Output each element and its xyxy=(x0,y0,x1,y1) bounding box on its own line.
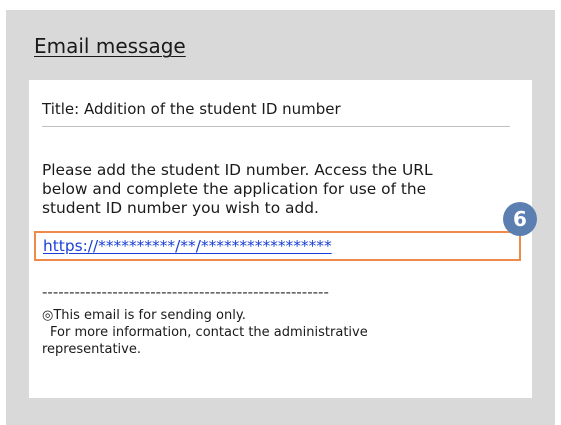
application-url-link[interactable]: https://**********/**/***************** xyxy=(43,237,332,256)
footer-line: representative. xyxy=(42,342,141,357)
step-number-badge: 6 xyxy=(503,202,537,236)
body-line: Please add the student ID number. Access… xyxy=(42,161,433,179)
email-body-text: Please add the student ID number. Access… xyxy=(42,161,520,218)
body-line: student ID number you wish to add. xyxy=(42,199,319,217)
footer-line: For more information, contact the admini… xyxy=(50,325,368,340)
email-subject: Title: Addition of the student ID number xyxy=(42,98,510,127)
email-message-panel: Email message Title: Addition of the stu… xyxy=(6,10,555,425)
url-highlight-box: https://**********/**/***************** xyxy=(34,231,521,261)
body-line: below and complete the application for u… xyxy=(42,180,427,198)
panel-heading: Email message xyxy=(34,34,186,58)
email-footer-note: ◎This email is for sending only. For mor… xyxy=(42,307,512,358)
signature-divider: ----------------------------------------… xyxy=(42,283,329,301)
email-body-card: Title: Addition of the student ID number… xyxy=(29,80,537,398)
footer-line: ◎This email is for sending only. xyxy=(42,308,246,323)
